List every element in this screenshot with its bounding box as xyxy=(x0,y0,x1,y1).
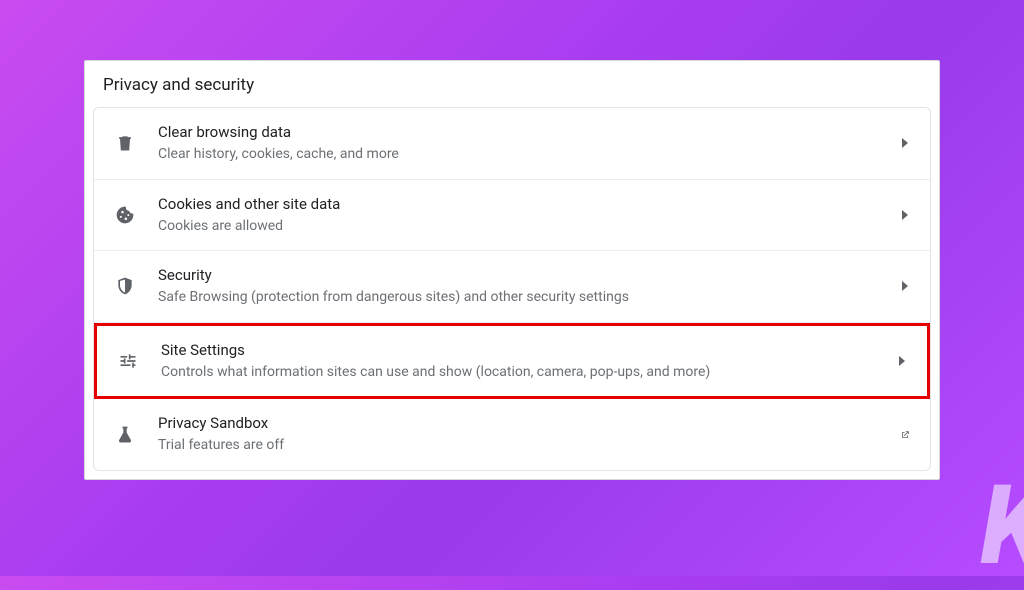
flask-icon xyxy=(114,424,136,446)
row-title: Cookies and other site data xyxy=(158,194,888,215)
row-text: Security Safe Browsing (protection from … xyxy=(158,265,888,308)
row-clear-browsing-data[interactable]: Clear browsing data Clear history, cooki… xyxy=(94,108,930,180)
row-cookies[interactable]: Cookies and other site data Cookies are … xyxy=(94,180,930,252)
row-text: Clear browsing data Clear history, cooki… xyxy=(158,122,888,165)
settings-list: Clear browsing data Clear history, cooki… xyxy=(93,107,931,471)
watermark: K xyxy=(980,461,1024,590)
row-subtitle: Clear history, cookies, cache, and more xyxy=(158,145,888,165)
privacy-security-panel: Privacy and security Clear browsing data… xyxy=(84,60,940,480)
row-subtitle: Safe Browsing (protection from dangerous… xyxy=(158,288,888,308)
chevron-right-icon xyxy=(900,281,910,291)
panel-title: Privacy and security xyxy=(85,61,939,107)
sliders-icon xyxy=(117,350,139,372)
shield-icon xyxy=(114,275,136,297)
row-security[interactable]: Security Safe Browsing (protection from … xyxy=(94,251,930,323)
row-subtitle: Cookies are allowed xyxy=(158,217,888,237)
row-subtitle: Trial features are off xyxy=(158,436,888,456)
row-text: Cookies and other site data Cookies are … xyxy=(158,194,888,237)
row-title: Clear browsing data xyxy=(158,122,888,143)
trash-icon xyxy=(114,132,136,154)
row-title: Privacy Sandbox xyxy=(158,413,888,434)
row-text: Privacy Sandbox Trial features are off xyxy=(158,413,888,456)
cookie-icon xyxy=(114,204,136,226)
row-site-settings[interactable]: Site Settings Controls what information … xyxy=(94,323,930,400)
external-link-icon xyxy=(900,430,910,440)
row-title: Security xyxy=(158,265,888,286)
row-privacy-sandbox[interactable]: Privacy Sandbox Trial features are off xyxy=(94,399,930,470)
chevron-right-icon xyxy=(900,210,910,220)
row-subtitle: Controls what information sites can use … xyxy=(161,363,885,383)
row-title: Site Settings xyxy=(161,340,885,361)
chevron-right-icon xyxy=(897,356,907,366)
chevron-right-icon xyxy=(900,138,910,148)
row-text: Site Settings Controls what information … xyxy=(161,340,885,383)
